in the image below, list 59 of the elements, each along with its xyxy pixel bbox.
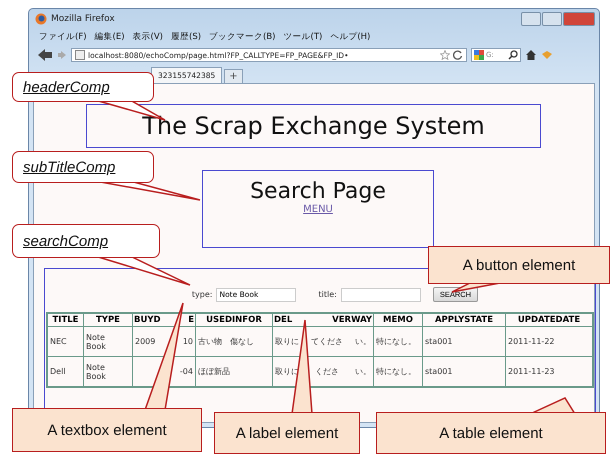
- maximize-button[interactable]: [542, 12, 562, 26]
- table-cell: NEC: [50, 337, 67, 346]
- column-header: APPLYSTATE: [434, 315, 494, 325]
- home-icon[interactable]: [525, 49, 537, 61]
- reload-icon[interactable]: [453, 50, 463, 60]
- table-cell: 取りに: [275, 336, 299, 347]
- page-title: The Scrap Exchange System: [142, 112, 485, 140]
- menu-item[interactable]: ブックマーク(B): [209, 31, 276, 43]
- table-cell: てくださ: [311, 336, 343, 347]
- table-cell: 2009: [135, 337, 156, 346]
- menu-item[interactable]: ヘルプ(H): [330, 31, 370, 43]
- column-header: BUYD: [134, 315, 161, 325]
- column-header: TITLE: [52, 315, 78, 325]
- table-cell: Dell: [50, 367, 66, 376]
- table-cell: ほぼ新品: [198, 366, 230, 377]
- type-label: type:: [192, 290, 212, 299]
- menu-item[interactable]: 履歴(S): [171, 31, 202, 43]
- star-icon[interactable]: [440, 50, 450, 60]
- table-cell: 2011-11-22: [508, 337, 554, 346]
- callout-label: searchComp: [12, 224, 160, 258]
- menu-item[interactable]: ツール(T): [284, 31, 322, 43]
- table-cell: 2011-11-23: [508, 367, 554, 376]
- forward-icon[interactable]: [57, 50, 67, 60]
- search-icon[interactable]: [508, 50, 518, 60]
- back-icon[interactable]: [37, 48, 53, 62]
- column-header: MEMO: [383, 315, 413, 325]
- table-cell: い。: [355, 336, 371, 347]
- table-cell: 特になし。: [376, 336, 416, 347]
- table-cell: 特になし。: [376, 366, 416, 377]
- page-icon: [75, 50, 85, 60]
- new-tab-button[interactable]: +: [224, 69, 243, 83]
- menu-item[interactable]: 編集(E): [94, 31, 125, 43]
- close-button[interactable]: [563, 12, 595, 26]
- callout-label: A textbox element: [12, 408, 202, 452]
- table-cell: sta001: [425, 367, 452, 376]
- globe-icon: [35, 13, 47, 25]
- column-header: VERWAY: [332, 315, 372, 325]
- table-cell: 古い物 傷なし: [198, 336, 254, 347]
- column-header: UPDATEDATE: [518, 315, 580, 325]
- table-cell: sta001: [425, 337, 452, 346]
- minimize-button[interactable]: [521, 12, 541, 26]
- title-field[interactable]: [340, 288, 421, 302]
- window-title: Mozilla Firefox: [51, 14, 115, 24]
- column-header: TYPE: [96, 315, 120, 325]
- menu-item[interactable]: 表示(V): [132, 31, 163, 43]
- table-cell: -04: [180, 367, 193, 376]
- table-cell: 10: [182, 337, 193, 346]
- table-cell: くださ: [315, 366, 339, 377]
- page-subtitle: Search Page: [250, 179, 386, 204]
- menu-link[interactable]: MENU: [303, 204, 333, 215]
- menu-item[interactable]: ファイル(F): [39, 31, 87, 43]
- column-header: E: [188, 315, 194, 325]
- column-header: USEDINFOR: [206, 315, 262, 325]
- table-cell: い。: [355, 366, 371, 377]
- column-header: DEL: [274, 315, 292, 325]
- colorful-logo-icon: [474, 50, 484, 60]
- table-cell-text: Note Book: [86, 362, 107, 380]
- table-cell-text: Note Book: [86, 332, 107, 350]
- title-label: title:: [318, 290, 337, 299]
